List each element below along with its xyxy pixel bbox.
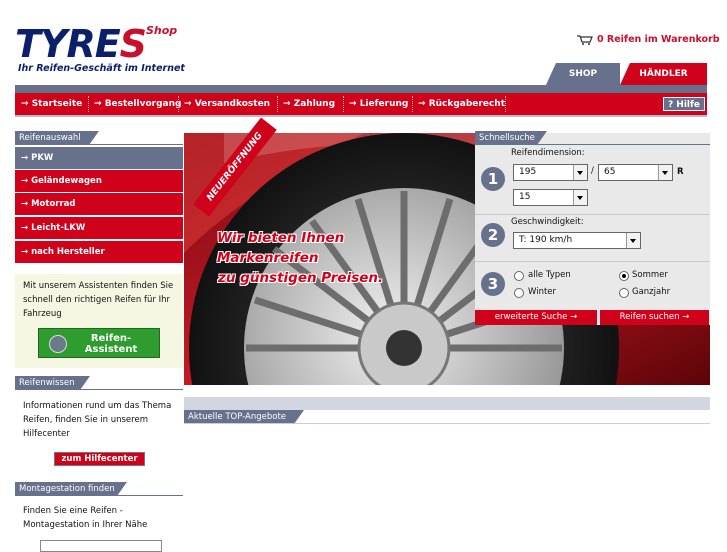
section-header-top-offers: Aktuelle TOP-Angebote: [184, 410, 710, 424]
search-tyres-button[interactable]: Reifen suchen →: [600, 310, 709, 325]
postcode-input[interactable]: [40, 540, 162, 552]
nav-versandkosten[interactable]: → Versandkosten: [184, 93, 270, 115]
season-radio-winter[interactable]: [514, 288, 524, 298]
season-radio-sommer[interactable]: [619, 271, 629, 281]
dimension-slash: /: [591, 166, 594, 176]
nav-separator: [178, 96, 180, 112]
logo-wordmark: TYRES: [15, 22, 147, 66]
reifenwissen-text: Informationen rund um das Thema Reifen, …: [23, 401, 172, 439]
arrow-circle-icon: [49, 335, 67, 353]
logo-shop-label: Shop: [146, 24, 178, 37]
category-nach-hersteller[interactable]: → nach Hersteller: [15, 241, 183, 263]
season-label-sommer: Sommer: [632, 270, 668, 280]
step-2-badge: 2: [481, 223, 505, 247]
category-motorrad[interactable]: → Motorrad: [15, 193, 183, 215]
speed-label: Geschwindigkeit:: [511, 217, 584, 227]
season-radio-ganzjahr[interactable]: [619, 288, 629, 298]
chevron-down-icon: [658, 165, 672, 180]
cart-link[interactable]: 0 Reifen im Warenkorb: [577, 34, 720, 45]
season-label-ganzjahr: Ganzjahr: [632, 287, 671, 297]
logo-slogan: Ihr Reifen-Geschäft im Internet: [18, 63, 185, 74]
assistant-text: Mit unserem Assistenten finden Sie schne…: [23, 281, 174, 319]
quicksearch-divider: [475, 214, 710, 215]
rim-select[interactable]: 15: [513, 189, 588, 206]
nav-separator: [412, 96, 414, 112]
nav-separator: [505, 96, 507, 112]
nav-lieferung[interactable]: → Lieferung: [349, 93, 408, 115]
step-3-badge: 3: [481, 272, 505, 296]
category-gelaendewagen[interactable]: → Geländewagen: [15, 170, 183, 192]
speed-select[interactable]: T: 190 km/h: [513, 232, 641, 249]
ratio-select[interactable]: 65: [598, 164, 673, 181]
step-1-badge: 1: [481, 167, 505, 191]
tab-shop[interactable]: SHOP: [546, 63, 620, 85]
header-bar: [15, 85, 707, 93]
section-header-reifenwissen: Reifenwissen: [15, 376, 183, 390]
category-pkw[interactable]: → PKW: [15, 147, 183, 169]
dimension-label: Reifendimension:: [511, 148, 585, 158]
width-select[interactable]: 195: [513, 164, 588, 181]
section-header-schnellsuche: Schnellsuche: [475, 131, 710, 145]
quicksearch-panel: [475, 133, 710, 325]
nav-bestellvorgang[interactable]: → Bestellvorgang: [94, 93, 181, 115]
cart-text: 0 Reifen im Warenkorb: [597, 34, 720, 45]
cart-icon: [577, 34, 593, 45]
section-header-reifenauswahl: Reifenauswahl: [15, 131, 183, 145]
nav-zahlung[interactable]: → Zahlung: [283, 93, 335, 115]
logo[interactable]: TYRES Shop Ihr Reifen-Geschäft im Intern…: [15, 22, 185, 76]
quicksearch-divider: [475, 261, 710, 262]
nav-underline: [15, 115, 707, 117]
montagestation-text: Finden Sie eine Reifen - Montagestation …: [23, 506, 148, 530]
nav-startseite[interactable]: → Startseite: [21, 93, 82, 115]
season-radio-all[interactable]: [514, 271, 524, 281]
help-button[interactable]: ? Hilfe: [663, 97, 705, 111]
hero-headline: Wir bieten Ihnen Markenreifen zu günstig…: [217, 230, 384, 286]
hilfecenter-button[interactable]: zum Hilfecenter: [54, 452, 145, 466]
category-leicht-lkw[interactable]: → Leicht-LKW: [15, 217, 183, 239]
extended-search-button[interactable]: erweiterte Suche →: [475, 310, 597, 325]
top-offers-bar: [184, 397, 710, 410]
tyre-assistant-button[interactable]: Reifen-Assistent: [38, 328, 160, 358]
section-header-montagestation: Montagestation finden: [15, 482, 183, 496]
nav-rueckgaberecht[interactable]: → Rückgaberecht: [418, 93, 505, 115]
main-nav: → Startseite → Bestellvorgang → Versandk…: [15, 93, 707, 115]
nav-separator: [88, 96, 90, 112]
season-label-all: alle Typen: [528, 270, 571, 280]
nav-separator: [277, 96, 279, 112]
tab-haendler[interactable]: HÄNDLER: [620, 63, 707, 85]
season-label-winter: Winter: [528, 287, 557, 297]
chevron-down-icon: [573, 190, 587, 205]
chevron-down-icon: [573, 165, 587, 180]
rim-r-label: R: [677, 167, 684, 177]
nav-separator: [343, 96, 345, 112]
chevron-down-icon: [626, 233, 640, 248]
